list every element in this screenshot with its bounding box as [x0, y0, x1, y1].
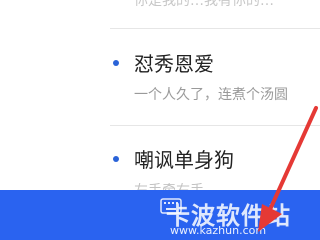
list-item-title: 怼秀恩爱 [134, 52, 214, 76]
app-screen: 你是我的…我有你的… 怼秀恩爱 一个人久了，连煮个汤圆 嘲讽单身狗 左手牵右手 … [0, 0, 320, 240]
bullet-dot-icon [113, 156, 119, 162]
list-item-title: 嘲讽单身狗 [134, 148, 234, 172]
list-divider [110, 28, 320, 29]
bottom-toolbar: 卡波软件站 www.kazhun.com [0, 190, 320, 240]
list-item-desc: 一个人久了，连煮个汤圆 [134, 87, 288, 103]
watermark-url: www.kazhun.com [170, 224, 267, 237]
bullet-dot-icon [113, 60, 119, 66]
list-divider [110, 125, 320, 126]
list-item-desc: 你是我的…我有你的… [134, 0, 274, 9]
